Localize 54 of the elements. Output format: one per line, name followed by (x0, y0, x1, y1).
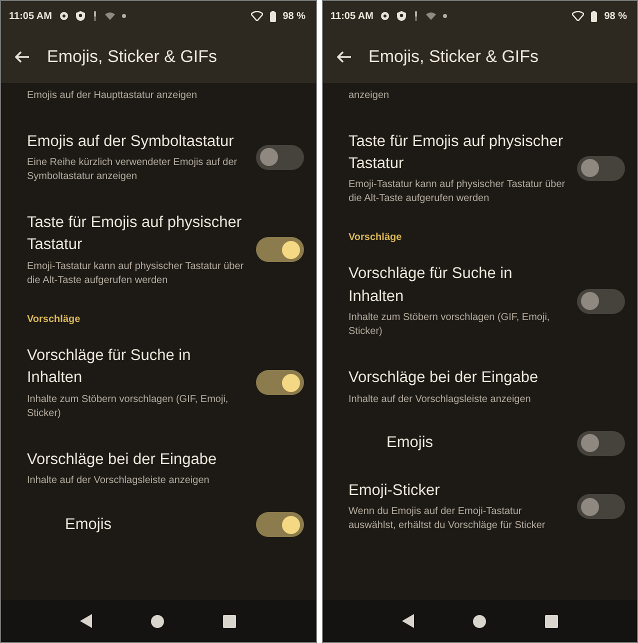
dot-icon (122, 14, 126, 18)
battery-icon (591, 10, 598, 22)
setting-summary: Inhalte zum Stöbern vorschlagen (GIF, Emoji, Sticker) (348, 311, 551, 340)
setting-summary: Inhalte auf der Vorschlagsleiste anzeigen (348, 392, 532, 407)
toggle-switch[interactable] (577, 430, 625, 456)
setting-title: Emojis (65, 514, 113, 535)
setting-title: Vorschläge bei der Eingabe (348, 368, 540, 388)
setting-summary: Wenn du Emojis auf der Emoji-Tastatur auswählst, erhältst du Vorschläge für Sticker (348, 505, 546, 534)
home-icon[interactable] (151, 614, 164, 628)
screen-title: Emojis, Sticker & GIFs (368, 47, 539, 67)
setting-title: Vorschläge bei der Eingabe (27, 450, 218, 470)
setting-title: Vorschläge für Suche in Inhalten (27, 346, 192, 388)
setting-title: Emojis (386, 433, 434, 454)
toggle-switch[interactable] (577, 288, 625, 314)
wifi-icon (104, 12, 115, 20)
back-button[interactable] (336, 51, 350, 63)
toggle-switch[interactable] (256, 237, 304, 262)
status-time: 11:05 AM (330, 10, 374, 22)
dot-icon (443, 14, 448, 18)
setting-summary: Inhalte auf der Vorschlagsleiste anzeigen (27, 474, 210, 488)
setting-title: Emojis auf der Symboltastatur (27, 132, 235, 152)
status-time: 11:05 AM (9, 10, 52, 22)
battery-percentage: 98 % (604, 10, 627, 22)
setting-summary: Emojis auf der Haupttastatur anzeigen (26, 89, 198, 102)
toggle-switch[interactable] (577, 156, 625, 181)
battery-percentage: 98 % (282, 10, 306, 22)
setting-summary: anzeigen (348, 89, 390, 102)
wifi-icon (250, 11, 263, 21)
setting-title: Taste für Emojis auf physischer Tastatur (27, 212, 243, 256)
battery-icon (270, 10, 276, 22)
setting-summary: Eine Reihe kürzlich verwendeter Emojis auf der Symboltastatur anzeigen (27, 156, 238, 184)
wifi-icon (572, 11, 584, 21)
shield-icon (76, 11, 85, 21)
setting-title: Taste für Emojis auf physischer Tastatur (348, 132, 564, 174)
back-icon[interactable] (80, 614, 92, 628)
toggle-switch[interactable] (577, 494, 625, 520)
back-icon[interactable] (402, 614, 414, 628)
shield-icon (397, 11, 406, 21)
section-header: Vorschläge (26, 312, 82, 327)
setting-summary: Emoji-Tastatur kann auf physischer Tastatur über die Alt-Taste aufgerufen werden (348, 178, 566, 206)
section-header: Vorschläge (348, 231, 403, 246)
setting-title: Vorschläge für Suche in Inhalten (348, 264, 514, 307)
overview-icon[interactable] (544, 614, 558, 628)
setting-summary: Inhalte zum Stöbern vorschlagen (GIF, Emoji, Sticker) (27, 392, 230, 421)
overview-icon[interactable] (223, 614, 236, 628)
setting-title: Emoji-Sticker (348, 480, 441, 501)
home-icon[interactable] (472, 614, 486, 628)
toggle-switch[interactable] (256, 512, 304, 538)
toggle-switch[interactable] (256, 370, 304, 396)
screen-title: Emojis, Sticker & GIFs (47, 47, 218, 67)
back-button[interactable] (15, 51, 29, 63)
setting-summary: Emoji-Tastatur kann auf physischer Tastatur über die Alt-Taste aufgerufen werden (27, 260, 245, 288)
toggle-switch[interactable] (256, 144, 304, 170)
wifi-icon (426, 12, 436, 20)
